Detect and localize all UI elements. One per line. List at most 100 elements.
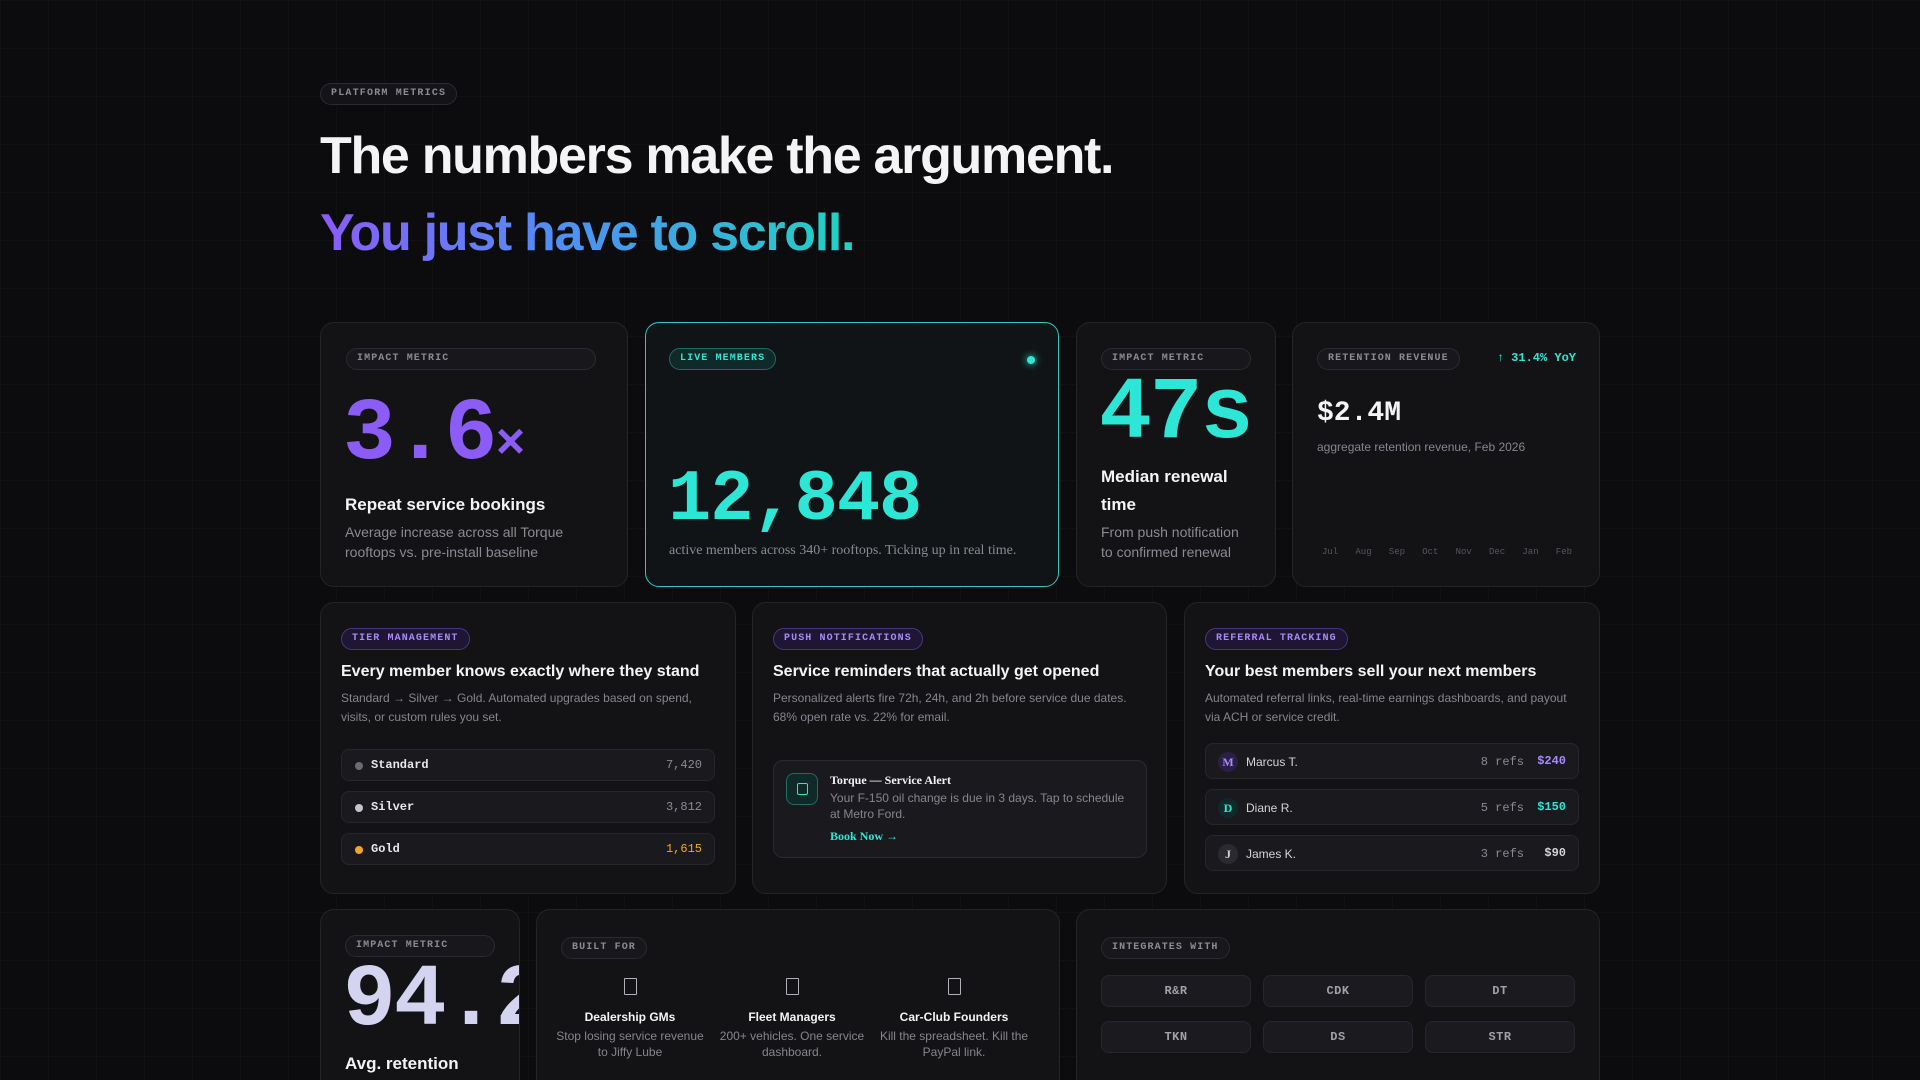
- live-members-desc: active members across 340+ rooftops. Tic…: [669, 543, 1017, 558]
- referrer-amount: $150: [1537, 800, 1566, 814]
- push-notifications-title: Service reminders that actually get open…: [773, 663, 1100, 680]
- metric-title: Avg. retention: [345, 1054, 459, 1073]
- tier-management-desc-line2: visits, or custom rules you set.: [341, 710, 502, 724]
- integration-chip[interactable]: DT: [1425, 975, 1575, 1007]
- month-label: Feb: [1555, 547, 1572, 557]
- referral-tracking-card: REFERRAL TRACKING Your best members sell…: [1184, 602, 1600, 894]
- tier-management-title: Every member knows exactly where they st…: [341, 663, 700, 680]
- month-label: Aug: [1355, 547, 1372, 557]
- month-label: Sep: [1388, 547, 1405, 557]
- live-indicator-dot: [1027, 356, 1035, 364]
- tier-name: Silver: [371, 800, 415, 814]
- tier-row-standard[interactable]: Standard 7,420: [341, 749, 715, 781]
- audience-desc-line2: to Jiffy Lube: [597, 1045, 663, 1059]
- tier-management-desc-line1: Standard → Silver → Gold. Automated upgr…: [341, 691, 692, 705]
- integration-chip[interactable]: DS: [1263, 1021, 1413, 1053]
- push-notifications-desc-line1: Personalized alerts fire 72h, 24h, and 2…: [773, 691, 1127, 705]
- referrer-row[interactable]: D Diane R. 5 refs $150: [1205, 789, 1579, 825]
- audience-desc-line2: PayPal link.: [922, 1045, 986, 1059]
- tier-row-silver[interactable]: Silver 3,812: [341, 791, 715, 823]
- month-label: Oct: [1422, 547, 1439, 557]
- tier-dot: [355, 804, 363, 812]
- month-label: Nov: [1455, 547, 1472, 557]
- tier-name: Gold: [371, 842, 400, 856]
- referrer-amount: $240: [1537, 754, 1566, 768]
- referrer-refs: 8 refs: [1480, 755, 1524, 769]
- avatar: M: [1218, 752, 1238, 772]
- audience-title: Dealership GMs: [584, 1010, 676, 1024]
- metric-desc-line2: rooftops vs. pre-install baseline: [345, 544, 538, 560]
- tier-name: Standard: [371, 758, 429, 772]
- tier-management-card: TIER MANAGEMENT Every member knows exact…: [320, 602, 736, 894]
- metric-value: 3.6×: [343, 386, 525, 485]
- tier-count: 7,420: [665, 758, 702, 772]
- audience-desc-line1: 200+ vehicles. One service: [719, 1029, 865, 1043]
- integrations-tag: INTEGRATES WITH: [1101, 937, 1230, 959]
- notification-body-line2: at Metro Ford.: [830, 807, 906, 821]
- referrer-row[interactable]: J James K. 3 refs $90: [1205, 835, 1579, 871]
- notification-title: Torque — Service Alert: [830, 773, 951, 787]
- subheadline: You just have to scroll.: [320, 204, 855, 262]
- notification-body-line1: Your F-150 oil change is due in 3 days. …: [830, 791, 1125, 805]
- tier-row-gold[interactable]: Gold 1,615: [341, 833, 715, 865]
- referrer-name: Diane R.: [1246, 801, 1293, 815]
- integration-chip[interactable]: STR: [1425, 1021, 1575, 1053]
- push-notifications-tag: PUSH NOTIFICATIONS: [773, 628, 923, 650]
- app-icon: [786, 773, 818, 805]
- metric-title: Repeat service bookings: [345, 495, 546, 514]
- audience-car-club-founders: Car-Club Founders Kill the spreadsheet. …: [873, 978, 1035, 1060]
- retention-revenue-tag: RETENTION REVENUE: [1317, 348, 1460, 370]
- metric-title-line2: time: [1101, 495, 1136, 514]
- tier-dot: [355, 846, 363, 854]
- referrer-refs: 3 refs: [1480, 847, 1524, 861]
- metric-desc-line1: Average increase across all Torque: [345, 524, 564, 540]
- built-for-card: BUILT FOR Dealership GMs Stop losing ser…: [536, 909, 1060, 1080]
- tier-dot: [355, 762, 363, 770]
- integration-chip[interactable]: R&R: [1101, 975, 1251, 1007]
- book-now-link[interactable]: Book Now →: [830, 829, 898, 844]
- avatar: D: [1218, 798, 1238, 818]
- section-eyebrow: PLATFORM METRICS: [320, 83, 458, 105]
- month-label: Dec: [1489, 547, 1506, 557]
- audience-fleet-managers: Fleet Managers 200+ vehicles. One servic…: [711, 978, 873, 1060]
- live-members-card: LIVE MEMBERS 12,848 active members acros…: [645, 322, 1059, 587]
- referral-tracking-desc-line1: Automated referral links, real-time earn…: [1205, 691, 1567, 705]
- referrer-refs: 5 refs: [1480, 801, 1524, 815]
- building-icon: [623, 978, 637, 995]
- referrer-name: James K.: [1246, 847, 1297, 861]
- integration-chip[interactable]: TKN: [1101, 1021, 1251, 1053]
- referral-tracking-desc-line2: via ACH or service credit.: [1205, 710, 1340, 724]
- live-members-count: 12,848: [668, 459, 922, 541]
- referral-tracking-tag: REFERRAL TRACKING: [1205, 628, 1348, 650]
- metric-card-renewal: IMPACT METRIC 47s Median renewal time Fr…: [1076, 322, 1276, 587]
- metric-value-suffix: ×: [495, 417, 525, 474]
- referrer-name: Marcus T.: [1246, 755, 1298, 769]
- truck-icon: [785, 978, 799, 995]
- bell-icon: [797, 783, 808, 795]
- metric-tag: IMPACT METRIC: [346, 348, 596, 370]
- integration-chip[interactable]: CDK: [1263, 975, 1413, 1007]
- built-for-tag: BUILT FOR: [561, 937, 647, 959]
- metric-value: 94.2: [343, 952, 519, 1051]
- audience-title: Fleet Managers: [748, 1010, 836, 1024]
- metric-card-retention: IMPACT METRIC 94.2 Avg. retention: [320, 909, 520, 1080]
- retention-change: ↑ 31.4% YoY: [1496, 351, 1576, 365]
- referrer-row[interactable]: M Marcus T. 8 refs $240: [1205, 743, 1579, 779]
- retention-desc: aggregate retention revenue, Feb 2026: [1317, 440, 1526, 454]
- flag-icon: [947, 978, 961, 995]
- push-notifications-desc-line2: 68% open rate vs. 22% for email.: [773, 710, 950, 724]
- metric-card-bookings: IMPACT METRIC 3.6× Repeat service bookin…: [320, 322, 628, 587]
- audience-desc-line2: dashboard.: [761, 1045, 823, 1059]
- referrer-amount: $90: [1544, 846, 1566, 860]
- audience-desc-line1: Kill the spreadsheet. Kill the: [879, 1029, 1029, 1043]
- tier-count: 1,615: [665, 842, 702, 856]
- notification-preview[interactable]: Torque — Service Alert Your F-150 oil ch…: [773, 760, 1147, 858]
- month-label: Jul: [1322, 547, 1339, 557]
- retention-value: $2.4M: [1317, 398, 1402, 429]
- push-notifications-card: PUSH NOTIFICATIONS Service reminders tha…: [752, 602, 1167, 894]
- live-members-tag: LIVE MEMBERS: [669, 348, 777, 370]
- avatar: J: [1218, 844, 1238, 864]
- audience-dealership-gms: Dealership GMs Stop losing service reven…: [549, 978, 711, 1060]
- tier-management-tag: TIER MANAGEMENT: [341, 628, 470, 650]
- month-label: Jan: [1522, 547, 1539, 557]
